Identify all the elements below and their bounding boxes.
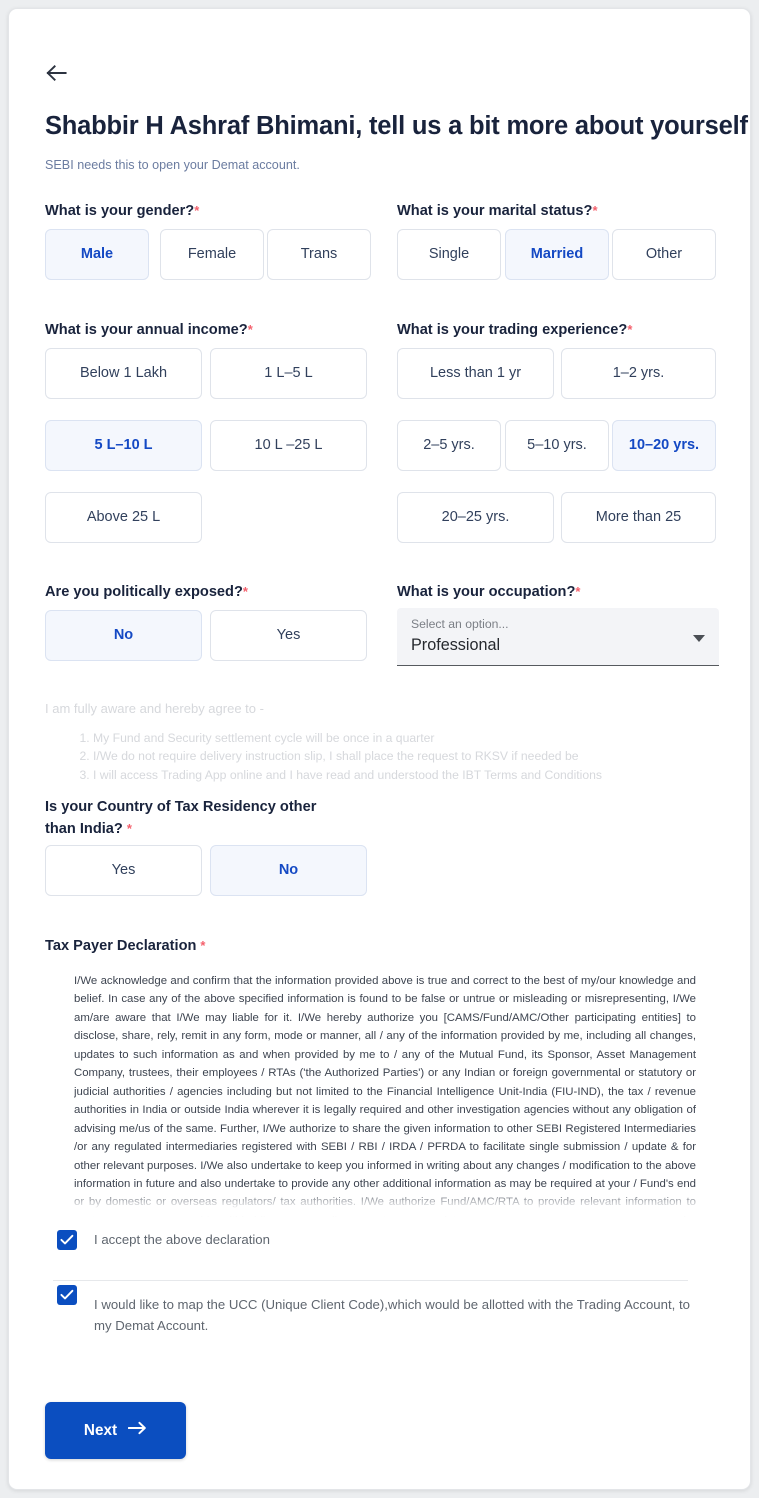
marital-option-single[interactable]: Single (397, 229, 501, 280)
gender-question-label: What is your gender?* (45, 203, 200, 219)
politically-exposed-option-no[interactable]: No (45, 610, 202, 661)
trading-question-label: What is your trading experience?* (397, 322, 633, 338)
required-asterisk: * (247, 322, 253, 337)
agreement-list: My Fund and Security settlement cycle wi… (67, 729, 602, 784)
trading-option-5-10-yrs[interactable]: 5–10 yrs. (505, 420, 609, 471)
tax-residency-option-yes[interactable]: Yes (45, 845, 202, 896)
marital-option-married[interactable]: Married (505, 229, 609, 280)
ucc-mapping-checkbox[interactable] (57, 1285, 77, 1305)
required-asterisk: * (200, 938, 206, 953)
next-button-label: Next (83, 1421, 118, 1439)
gender-option-female[interactable]: Female (160, 229, 264, 280)
chevron-down-icon (693, 635, 705, 642)
income-option-5l-10l[interactable]: 5 L–10 L (45, 420, 202, 471)
page-subtitle: SEBI needs this to open your Demat accou… (45, 158, 300, 172)
list-item: I/We do not require delivery instruction… (93, 747, 602, 765)
back-button[interactable] (45, 55, 89, 91)
gender-option-trans[interactable]: Trans (267, 229, 371, 280)
occupation-placeholder: Select an option... (411, 617, 509, 631)
trading-option-10-20-yrs[interactable]: 10–20 yrs. (612, 420, 716, 471)
tax-payer-declaration-heading: Tax Payer Declaration * (45, 938, 206, 954)
required-asterisk: * (126, 821, 132, 836)
tax-residency-option-no[interactable]: No (210, 845, 367, 896)
form-content: Shabbir H Ashraf Bhimani, tell us a bit … (45, 9, 748, 1489)
arrow-left-icon (45, 63, 69, 83)
declaration-body: I/We acknowledge and confirm that the in… (74, 975, 696, 1217)
agreement-lead-text: I am fully aware and hereby agree to - (45, 701, 264, 716)
income-option-below-1-lakh[interactable]: Below 1 Lakh (45, 348, 202, 399)
required-asterisk: * (575, 584, 581, 599)
politically-exposed-question-label: Are you politically exposed?* (45, 584, 248, 600)
accept-declaration-label: I accept the above declaration (94, 1232, 270, 1247)
required-asterisk: * (242, 584, 248, 599)
page-title: Shabbir H Ashraf Bhimani, tell us a bit … (45, 112, 748, 140)
required-asterisk: * (194, 203, 200, 218)
declaration-text-box[interactable]: I/We acknowledge and confirm that the in… (74, 972, 696, 1217)
ucc-mapping-label: I would like to map the UCC (Unique Clie… (94, 1297, 690, 1333)
politically-exposed-option-yes[interactable]: Yes (210, 610, 367, 661)
list-item: I will access Trading App online and I h… (93, 766, 602, 784)
arrow-right-icon (127, 1421, 147, 1440)
income-question-label: What is your annual income?* (45, 322, 253, 338)
trading-option-less-than-1-yr[interactable]: Less than 1 yr (397, 348, 554, 399)
required-asterisk: * (592, 203, 598, 218)
list-item: My Fund and Security settlement cycle wi… (93, 729, 602, 747)
tax-residency-question-label: Is your Country of Tax Residency other t… (45, 799, 317, 837)
next-button[interactable]: Next (45, 1402, 186, 1459)
income-option-10l-25l[interactable]: 10 L –25 L (210, 420, 367, 471)
section-divider (53, 1280, 688, 1281)
income-option-above-25l[interactable]: Above 25 L (45, 492, 202, 543)
income-option-1l-5l[interactable]: 1 L–5 L (210, 348, 367, 399)
trading-option-2-5-yrs[interactable]: 2–5 yrs. (397, 420, 501, 471)
accept-declaration-checkbox[interactable] (57, 1230, 77, 1250)
trading-option-20-25-yrs[interactable]: 20–25 yrs. (397, 492, 554, 543)
trading-option-more-than-25[interactable]: More than 25 (561, 492, 716, 543)
occupation-value: Professional (411, 636, 501, 654)
occupation-select[interactable]: Select an option... Professional (397, 608, 719, 666)
marital-question-label: What is your marital status?* (397, 203, 598, 219)
gender-option-male[interactable]: Male (45, 229, 149, 280)
required-asterisk: * (627, 322, 633, 337)
registration-card: Shabbir H Ashraf Bhimani, tell us a bit … (8, 8, 751, 1490)
trading-option-1-2-yrs[interactable]: 1–2 yrs. (561, 348, 716, 399)
marital-option-other[interactable]: Other (612, 229, 716, 280)
occupation-question-label: What is your occupation?* (397, 584, 581, 600)
